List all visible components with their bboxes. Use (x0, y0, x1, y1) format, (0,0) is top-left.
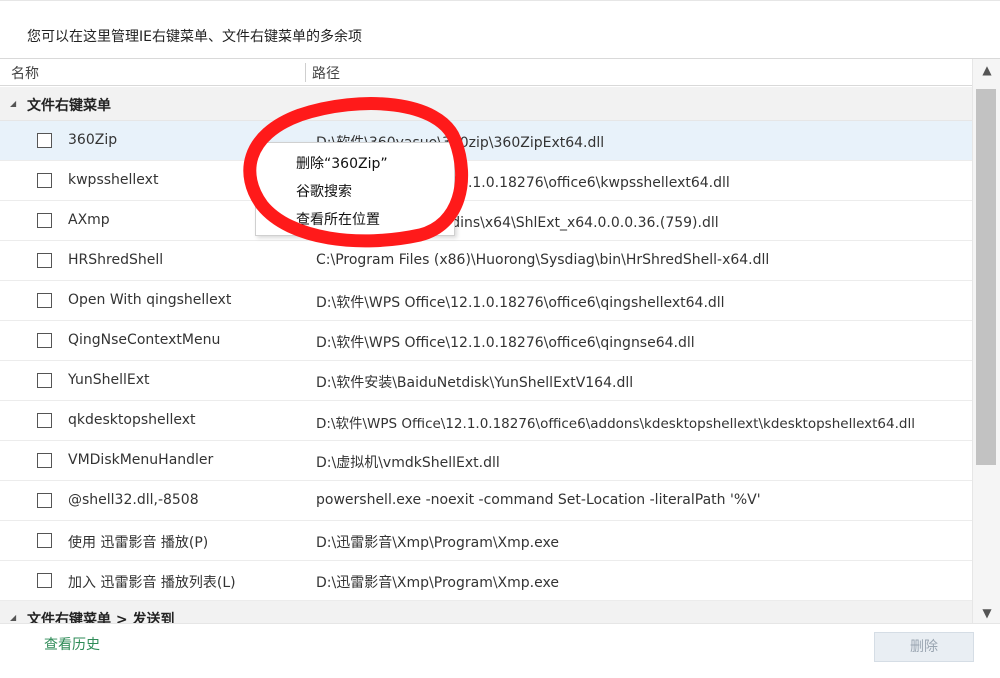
table-header: 名称 路径 (0, 59, 972, 86)
top-border (0, 0, 1000, 1)
table-row[interactable]: @shell32.dll,-8508 powershell.exe -noexi… (0, 481, 972, 521)
row-path: powershell.exe -noexit -command Set-Loca… (316, 492, 761, 508)
row-checkbox[interactable] (37, 493, 52, 508)
menu-items-table: 名称 路径 ◢ 文件右键菜单 360Zip D:\软件\360yasuo\360… (0, 58, 1000, 624)
row-path: D:\迅雷影音\Xmp\Program\Xmp.exe (316, 535, 559, 551)
row-path: D:\软件\WPS Office\12.1.0.18276\office6\qi… (316, 295, 725, 311)
group-row-file-menu[interactable]: ◢ 文件右键菜单 (0, 87, 972, 121)
context-menu-item-delete[interactable]: 删除“360Zip” (296, 153, 388, 173)
row-checkbox[interactable] (37, 293, 52, 308)
table-row[interactable]: YunShellExt D:\软件安装\BaiduNetdisk\YunShel… (0, 361, 972, 401)
table-row[interactable]: kwpsshellext D:\软件\WPS Office\12.1.0.182… (0, 161, 972, 201)
table-row[interactable]: 使用 迅雷影音 播放(P) D:\迅雷影音\Xmp\Program\Xmp.ex… (0, 521, 972, 561)
group-row-send-to[interactable]: ◢ 文件右键菜单 > 发送到 (0, 601, 972, 624)
row-checkbox[interactable] (37, 133, 52, 148)
column-header-path[interactable]: 路径 (312, 63, 340, 83)
row-name: @shell32.dll,-8508 (68, 492, 199, 508)
table-row[interactable]: QingNseContextMenu D:\软件\WPS Office\12.1… (0, 321, 972, 361)
group-title: 文件右键菜单 (27, 98, 111, 114)
row-checkbox[interactable] (37, 533, 52, 548)
row-checkbox[interactable] (37, 413, 52, 428)
row-path: D:\软件\WPS Office\12.1.0.18276\office6\ad… (316, 416, 915, 432)
row-name: HRShredShell (68, 252, 164, 268)
table-row[interactable]: HRShredShell C:\Program Files (x86)\Huor… (0, 241, 972, 281)
row-path: D:\软件安装\BaiduNetdisk\YunShellExtV164.dll (316, 375, 634, 391)
row-path: D:\虚拟机\vmdkShellExt.dll (316, 455, 500, 471)
column-header-name[interactable]: 名称 (11, 63, 39, 83)
footer-bar: 查看历史 删除 (0, 623, 1000, 678)
row-name: 加入 迅雷影音 播放列表(L) (68, 575, 236, 591)
row-checkbox[interactable] (37, 573, 52, 588)
row-checkbox[interactable] (37, 453, 52, 468)
row-name: 使用 迅雷影音 播放(P) (68, 535, 209, 551)
row-name: qkdesktopshellext (68, 412, 196, 428)
context-menu-item-google-search[interactable]: 谷歌搜索 (296, 181, 352, 201)
context-menu: 删除“360Zip” 谷歌搜索 查看所在位置 (255, 142, 455, 236)
scroll-up-arrow-icon[interactable]: ▲ (973, 59, 1000, 81)
row-name: Open With qingshellext (68, 292, 232, 308)
row-name: VMDiskMenuHandler (68, 452, 214, 468)
table-row[interactable]: AXmp D:\迅雷影音\Xmp\addins\x64\ShlExt_x64.0… (0, 201, 972, 241)
row-checkbox[interactable] (37, 213, 52, 228)
collapse-triangle-icon[interactable]: ◢ (10, 99, 16, 108)
vertical-scrollbar[interactable]: ▲ ▼ (972, 59, 1000, 624)
page-description: 您可以在这里管理IE右键菜单、文件右键菜单的多余项 (27, 29, 362, 45)
row-checkbox[interactable] (37, 173, 52, 188)
row-name: kwpsshellext (68, 172, 159, 188)
table-row[interactable]: VMDiskMenuHandler D:\虚拟机\vmdkShellExt.dl… (0, 441, 972, 481)
view-history-link[interactable]: 查看历史 (44, 634, 100, 654)
delete-button[interactable]: 删除 (874, 632, 974, 662)
table-body: ◢ 文件右键菜单 360Zip D:\软件\360yasuo\360zip\36… (0, 87, 972, 624)
table-row[interactable]: 加入 迅雷影音 播放列表(L) D:\迅雷影音\Xmp\Program\Xmp.… (0, 561, 972, 601)
row-name: YunShellExt (68, 372, 150, 388)
table-row[interactable]: qkdesktopshellext D:\软件\WPS Office\12.1.… (0, 401, 972, 441)
row-path: C:\Program Files (x86)\Huorong\Sysdiag\b… (316, 252, 770, 268)
row-path: D:\软件\WPS Office\12.1.0.18276\office6\qi… (316, 335, 695, 351)
row-path: D:\迅雷影音\Xmp\Program\Xmp.exe (316, 575, 559, 591)
column-divider[interactable] (305, 63, 306, 82)
table-row[interactable]: Open With qingshellext D:\软件\WPS Office\… (0, 281, 972, 321)
row-name: AXmp (68, 212, 110, 228)
scroll-thumb[interactable] (976, 89, 996, 465)
row-checkbox[interactable] (37, 253, 52, 268)
table-row[interactable]: 360Zip D:\软件\360yasuo\360zip\360ZipExt64… (0, 121, 972, 161)
scroll-down-arrow-icon[interactable]: ▼ (973, 602, 1000, 624)
context-menu-item-open-location[interactable]: 查看所在位置 (296, 209, 380, 229)
group-title: 文件右键菜单 > 发送到 (27, 612, 175, 624)
row-name: 360Zip (68, 132, 118, 148)
row-checkbox[interactable] (37, 333, 52, 348)
collapse-triangle-icon[interactable]: ◢ (10, 613, 16, 622)
row-name: QingNseContextMenu (68, 332, 221, 348)
row-checkbox[interactable] (37, 373, 52, 388)
